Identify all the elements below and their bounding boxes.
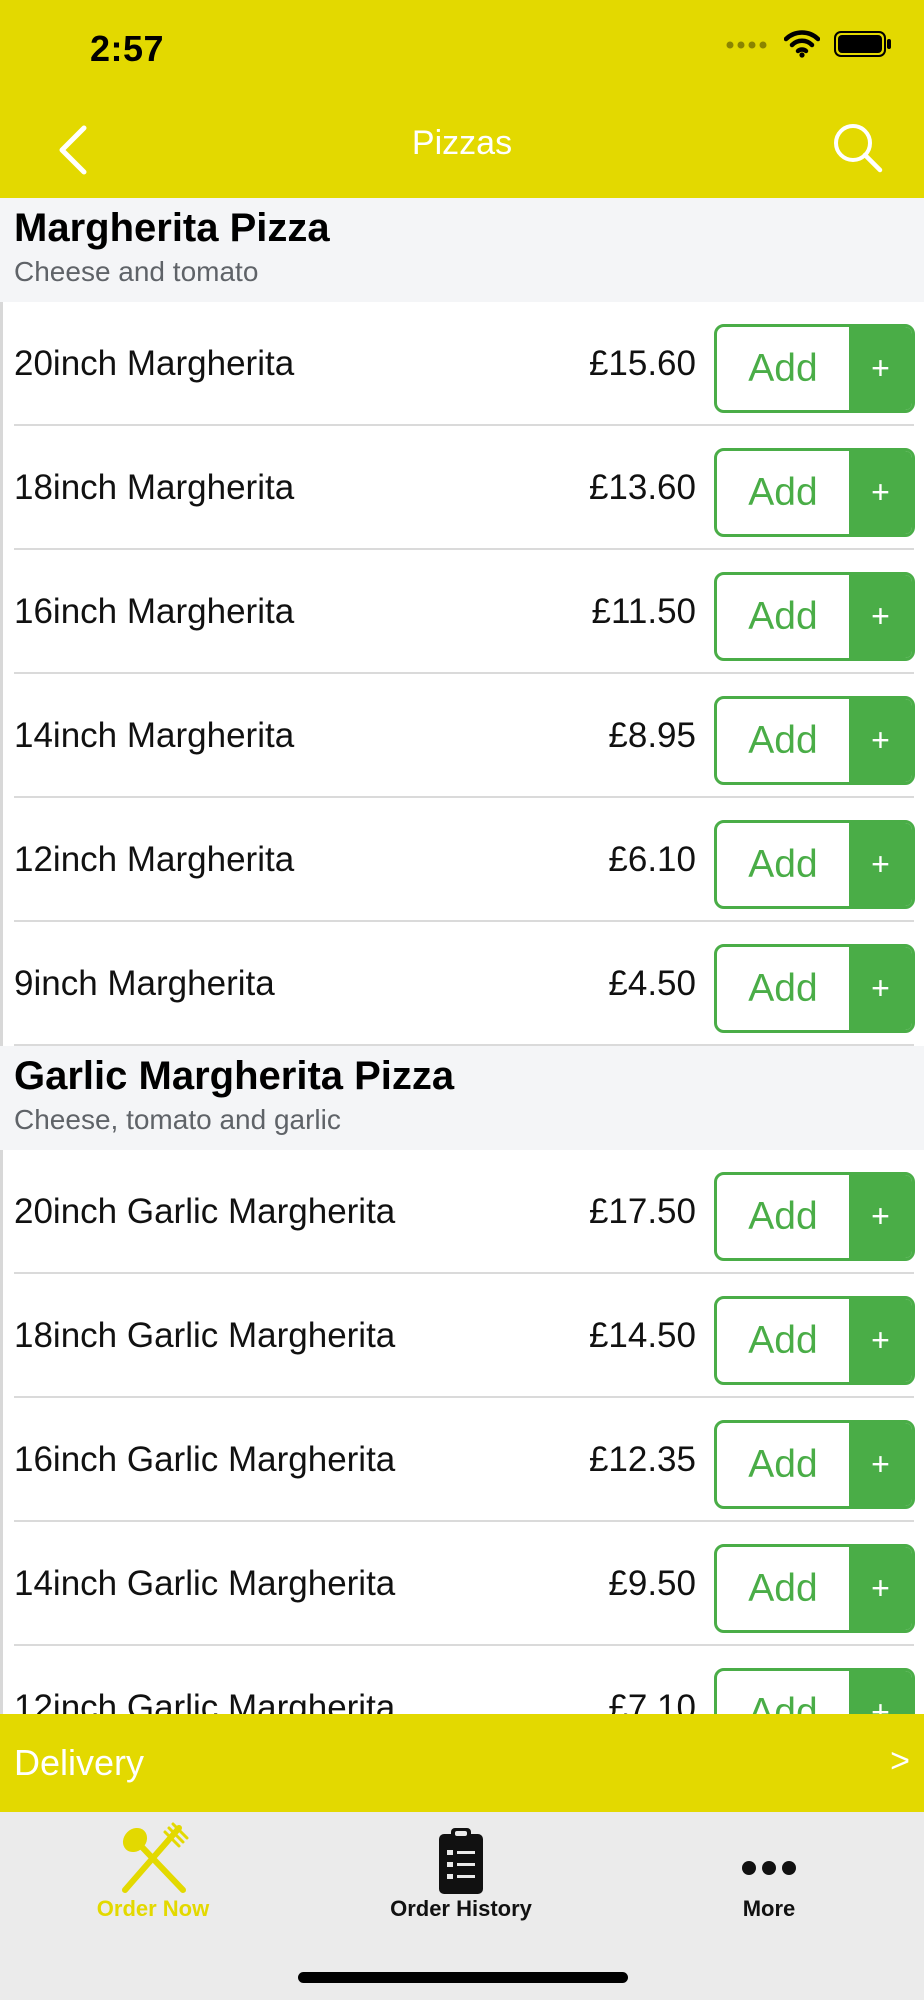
menu-item-row: 12inch Margherita £6.10 Add +	[0, 798, 924, 922]
add-label: Add	[748, 718, 818, 762]
item-name: 12inch Margherita	[14, 840, 295, 879]
plus-icon: +	[849, 1547, 912, 1630]
wifi-icon	[783, 30, 821, 63]
section-header: Garlic Margherita Pizza Cheese, tomato a…	[0, 1046, 924, 1150]
add-label: Add	[748, 1566, 818, 1610]
plus-icon: +	[849, 451, 912, 534]
section-title: Margherita Pizza	[14, 206, 330, 250]
plus-icon: +	[849, 1423, 912, 1506]
add-label: Add	[748, 966, 818, 1010]
section-subtitle: Cheese, tomato and garlic	[14, 1104, 341, 1135]
add-button[interactable]: Add +	[714, 572, 915, 661]
add-button[interactable]: Add +	[714, 820, 915, 909]
add-button[interactable]: Add +	[714, 1172, 915, 1261]
menu-item-row: 20inch Margherita £15.60 Add +	[0, 302, 924, 426]
add-label: Add	[748, 842, 818, 886]
item-price: £11.50	[591, 592, 696, 631]
clipboard-icon	[421, 1822, 501, 1902]
tab-label: Order History	[390, 1896, 532, 1921]
tab-order-history[interactable]: Order History	[341, 1812, 581, 1932]
cellular-signal-icon	[726, 38, 770, 56]
tab-label: Order Now	[96, 1896, 210, 1921]
chevron-right-icon: >	[890, 1742, 910, 1780]
plus-icon: +	[849, 947, 912, 1030]
tab-order-now[interactable]: Order Now	[33, 1812, 273, 1932]
menu-item-row: 9inch Margherita £4.50 Add +	[0, 922, 924, 1046]
menu-item-row: 14inch Garlic Margherita £9.50 Add +	[0, 1522, 924, 1646]
item-name: 12inch Garlic Margherita	[14, 1688, 396, 1714]
item-price: £14.50	[588, 1316, 696, 1355]
plus-icon: +	[849, 327, 912, 410]
add-label: Add	[748, 1318, 818, 1362]
more-dots-icon	[729, 1822, 809, 1902]
item-name: 16inch Garlic Margherita	[14, 1440, 396, 1479]
menu-item-row: 14inch Margherita £8.95 Add +	[0, 674, 924, 798]
item-name: 18inch Margherita	[14, 468, 295, 507]
add-label: Add	[748, 1442, 818, 1486]
nav-bar: Pizzas	[0, 100, 924, 198]
item-price: £15.60	[588, 344, 696, 383]
add-button[interactable]: Add +	[714, 448, 915, 537]
tab-more[interactable]: More	[649, 1812, 889, 1932]
add-button[interactable]: Add +	[714, 696, 915, 785]
item-price: £12.35	[588, 1440, 696, 1479]
status-bar: 2:57	[0, 0, 924, 100]
add-label: Add	[748, 594, 818, 638]
item-price: £7.10	[608, 1688, 696, 1714]
add-label: Add	[748, 1194, 818, 1238]
plus-icon: +	[849, 1299, 912, 1382]
menu-item-row: 12inch Garlic Margherita £7.10 Add +	[0, 1646, 924, 1714]
plus-icon: +	[849, 823, 912, 906]
item-name: 18inch Garlic Margherita	[14, 1316, 396, 1355]
plus-icon: +	[849, 1671, 912, 1714]
item-name: 16inch Margherita	[14, 592, 295, 631]
item-price: £8.95	[608, 716, 696, 755]
menu-item-row: 20inch Garlic Margherita £17.50 Add +	[0, 1150, 924, 1274]
item-price: £13.60	[588, 468, 696, 507]
battery-icon	[834, 31, 892, 62]
item-name: 9inch Margherita	[14, 964, 275, 1003]
menu-item-row: 18inch Garlic Margherita £14.50 Add +	[0, 1274, 924, 1398]
item-name: 20inch Garlic Margherita	[14, 1192, 396, 1231]
add-button[interactable]: Add +	[714, 944, 915, 1033]
menu-item-row: 16inch Margherita £11.50 Add +	[0, 550, 924, 674]
menu-item-row: 18inch Margherita £13.60 Add +	[0, 426, 924, 550]
item-name: 20inch Margherita	[14, 344, 295, 383]
delivery-bar[interactable]: Delivery >	[0, 1714, 924, 1812]
item-name: 14inch Margherita	[14, 716, 295, 755]
add-label: Add	[748, 346, 818, 390]
section-title: Garlic Margherita Pizza	[14, 1054, 455, 1098]
add-label: Add	[748, 1690, 818, 1715]
fork-spoon-icon	[113, 1822, 193, 1902]
add-button[interactable]: Add +	[714, 1420, 915, 1509]
item-price: £9.50	[608, 1564, 696, 1603]
add-button[interactable]: Add +	[714, 1296, 915, 1385]
tab-label: More	[742, 1896, 796, 1921]
add-button[interactable]: Add +	[714, 1544, 915, 1633]
delivery-label: Delivery	[14, 1742, 145, 1783]
search-button[interactable]	[828, 118, 888, 178]
item-price: £6.10	[608, 840, 696, 879]
search-icon	[834, 124, 883, 173]
item-price: £4.50	[608, 964, 696, 1003]
status-icons	[726, 30, 892, 63]
add-button[interactable]: Add +	[714, 1668, 915, 1714]
add-button[interactable]: Add +	[714, 324, 915, 413]
page-title: Pizzas	[411, 124, 513, 162]
status-time: 2:57	[90, 28, 165, 69]
section-subtitle: Cheese and tomato	[14, 256, 259, 287]
home-indicator	[298, 1972, 628, 1983]
menu-list[interactable]: Margherita Pizza Cheese and tomato 20inc…	[0, 198, 924, 1714]
section-header: Margherita Pizza Cheese and tomato	[0, 198, 924, 302]
plus-icon: +	[849, 575, 912, 658]
menu-item-row: 16inch Garlic Margherita £12.35 Add +	[0, 1398, 924, 1522]
item-name: 14inch Garlic Margherita	[14, 1564, 396, 1603]
plus-icon: +	[849, 699, 912, 782]
add-label: Add	[748, 470, 818, 514]
plus-icon: +	[849, 1175, 912, 1258]
item-price: £17.50	[588, 1192, 696, 1231]
